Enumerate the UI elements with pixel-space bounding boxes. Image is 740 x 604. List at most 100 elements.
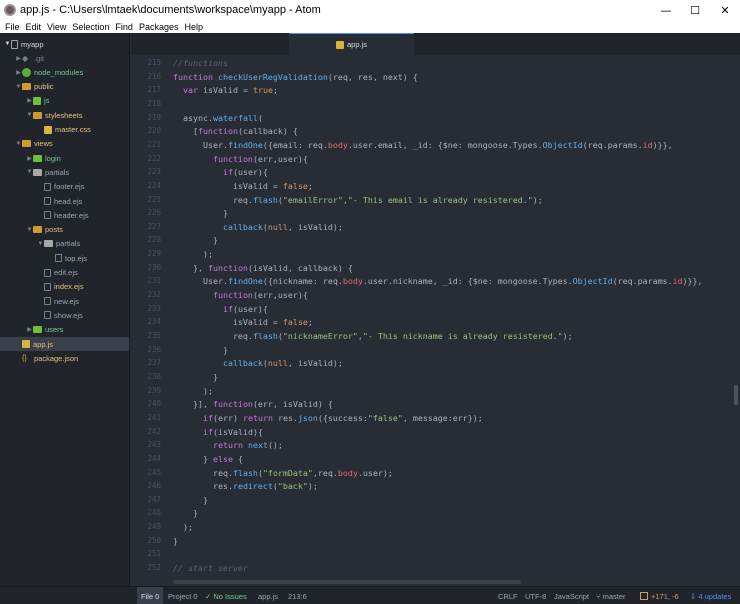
minimize-button[interactable]: —	[651, 0, 681, 20]
code-line[interactable]: if(user){	[173, 167, 268, 177]
code-line[interactable]: }, function(isValid, callback) {	[173, 263, 353, 273]
code-line[interactable]: }	[173, 508, 198, 518]
tree-item-users[interactable]: ▶ users	[0, 323, 129, 337]
chevron-down-icon[interactable]: ▼	[37, 241, 44, 247]
code-line[interactable]: }	[173, 208, 228, 218]
menu-view[interactable]: View	[44, 22, 69, 32]
code-line[interactable]: } else {	[173, 454, 243, 464]
file-encoding[interactable]: UTF-8	[525, 587, 546, 604]
tree-item-header-ejs[interactable]: header.ejs	[0, 208, 129, 222]
code-line[interactable]: async.waterfall(	[173, 113, 263, 123]
package-updates[interactable]: ⇩ 4 updates	[690, 587, 731, 604]
menu-find[interactable]: Find	[112, 22, 136, 32]
chevron-right-icon[interactable]: ▶	[15, 55, 22, 62]
status-filename[interactable]: app.js	[258, 587, 278, 604]
chevron-down-icon[interactable]: ▼	[15, 141, 22, 147]
chevron-right-icon[interactable]: ▶	[15, 69, 22, 76]
code-line[interactable]: if(err) return res.json({success:"false"…	[173, 413, 483, 423]
code-line[interactable]: }	[173, 372, 218, 382]
git-icon: ◆	[22, 53, 29, 63]
tree-item-public[interactable]: ▼ public	[0, 80, 129, 94]
code-line[interactable]: if(isValid){	[173, 427, 263, 437]
code-line[interactable]: isValid = false;	[173, 181, 313, 191]
code-line[interactable]: User.findOne({email: req.body.user.email…	[173, 140, 673, 150]
code-line[interactable]: User.findOne({nickname: req.body.user.ni…	[173, 276, 703, 286]
chevron-right-icon[interactable]: ▶	[26, 326, 33, 333]
tree-item-js[interactable]: ▶ js	[0, 94, 129, 108]
code-line[interactable]: }], function(err, isValid) {	[173, 399, 333, 409]
tree-item-show-ejs[interactable]: show.ejs	[0, 308, 129, 322]
code-line[interactable]: req.flash("nicknameError","- This nickna…	[173, 331, 573, 341]
tree-item-master-css[interactable]: master.css	[0, 123, 129, 137]
code-line[interactable]: }	[173, 495, 208, 505]
code-line[interactable]: );	[173, 249, 213, 259]
code-line[interactable]: return next();	[173, 440, 283, 450]
code-line[interactable]: callback(null, isValid);	[173, 222, 343, 232]
code-line[interactable]: res.redirect("back");	[173, 481, 318, 491]
tree-item-posts[interactable]: ▼ posts	[0, 223, 129, 237]
project-issue-count[interactable]: Project 0	[168, 587, 198, 604]
tree-item--git[interactable]: ▶ ◆ .git	[0, 51, 129, 65]
tree-item-footer-ejs[interactable]: footer.ejs	[0, 180, 129, 194]
code-line[interactable]: );	[173, 522, 193, 532]
menu-help[interactable]: Help	[181, 22, 206, 32]
code-editor[interactable]: 215 //functions 216 function checkUserRegVa…	[131, 55, 740, 586]
code-line[interactable]: isValid = false;	[173, 317, 313, 327]
linter-status[interactable]: ✓ No Issues	[205, 587, 247, 604]
code-line[interactable]: var isValid = true;	[173, 85, 278, 95]
tree-item-top-ejs[interactable]: top.ejs	[0, 251, 129, 265]
grammar-selector[interactable]: JavaScript	[554, 587, 589, 604]
file-issue-count[interactable]: File 0	[137, 587, 164, 604]
horizontal-scrollbar[interactable]	[173, 580, 521, 584]
tree-item-edit-ejs[interactable]: edit.ejs	[0, 266, 129, 280]
tree-item-package-json[interactable]: {} package.json	[0, 351, 129, 365]
code-line[interactable]: // start server	[173, 563, 248, 573]
file-icon	[44, 268, 51, 277]
tab-app-js[interactable]: app.js	[289, 33, 414, 55]
close-button[interactable]: ✕	[710, 0, 740, 20]
tree-item-label: header.ejs	[54, 210, 89, 220]
vertical-scrollbar[interactable]	[734, 385, 738, 405]
line-number: 241	[147, 412, 161, 422]
chevron-down-icon[interactable]: ▼	[26, 227, 33, 233]
tree-item-partials[interactable]: ▼ partials	[0, 165, 129, 179]
code-line[interactable]: }	[173, 235, 218, 245]
tree-root-myapp[interactable]: ▼ myapp	[0, 37, 129, 51]
line-ending[interactable]: CRLF	[498, 587, 518, 604]
code-line[interactable]: }	[173, 536, 178, 546]
line-number: 237	[147, 358, 161, 368]
menu-file[interactable]: File	[2, 22, 23, 32]
code-line[interactable]: }	[173, 345, 228, 355]
code-line[interactable]: [function(callback) {	[173, 126, 298, 136]
code-line[interactable]: if(user){	[173, 304, 268, 314]
chevron-right-icon[interactable]: ▶	[26, 97, 33, 104]
code-line[interactable]: req.flash("emailError","- This email is …	[173, 195, 543, 205]
code-line[interactable]: function(err,user){	[173, 154, 308, 164]
git-diff-stats[interactable]: +171, -6	[640, 587, 679, 604]
tree-item-stylesheets[interactable]: ▼ stylesheets	[0, 108, 129, 122]
tree-item-login[interactable]: ▶ login	[0, 151, 129, 165]
tree-item-app-js[interactable]: app.js	[0, 337, 129, 351]
tree-item-views[interactable]: ▼ views	[0, 137, 129, 151]
menu-selection[interactable]: Selection	[69, 22, 112, 32]
menu-packages[interactable]: Packages	[136, 22, 182, 32]
git-branch[interactable]: ⑂ master	[596, 587, 626, 604]
tree-item-partials[interactable]: ▼ partials	[0, 237, 129, 251]
code-line[interactable]: function(err,user){	[173, 290, 308, 300]
code-line[interactable]: function checkUserRegValidation(req, res…	[173, 72, 418, 82]
tree-item-node-modules[interactable]: ▶ node_modules	[0, 65, 129, 79]
tree-item-index-ejs[interactable]: index.ejs	[0, 280, 129, 294]
tree-item-head-ejs[interactable]: head.ejs	[0, 194, 129, 208]
chevron-right-icon[interactable]: ▶	[26, 155, 33, 162]
chevron-down-icon[interactable]: ▼	[26, 169, 33, 175]
cursor-position[interactable]: 213:6	[288, 587, 307, 604]
code-line[interactable]: //functions	[173, 58, 228, 68]
tree-item-new-ejs[interactable]: new.ejs	[0, 294, 129, 308]
code-line[interactable]: );	[173, 386, 213, 396]
chevron-down-icon[interactable]: ▼	[15, 84, 22, 90]
code-line[interactable]: req.flash("formData",req.body.user);	[173, 468, 393, 478]
code-line[interactable]: callback(null, isValid);	[173, 358, 343, 368]
menu-edit[interactable]: Edit	[23, 22, 45, 32]
maximize-button[interactable]: ☐	[680, 0, 710, 20]
chevron-down-icon[interactable]: ▼	[26, 112, 33, 118]
